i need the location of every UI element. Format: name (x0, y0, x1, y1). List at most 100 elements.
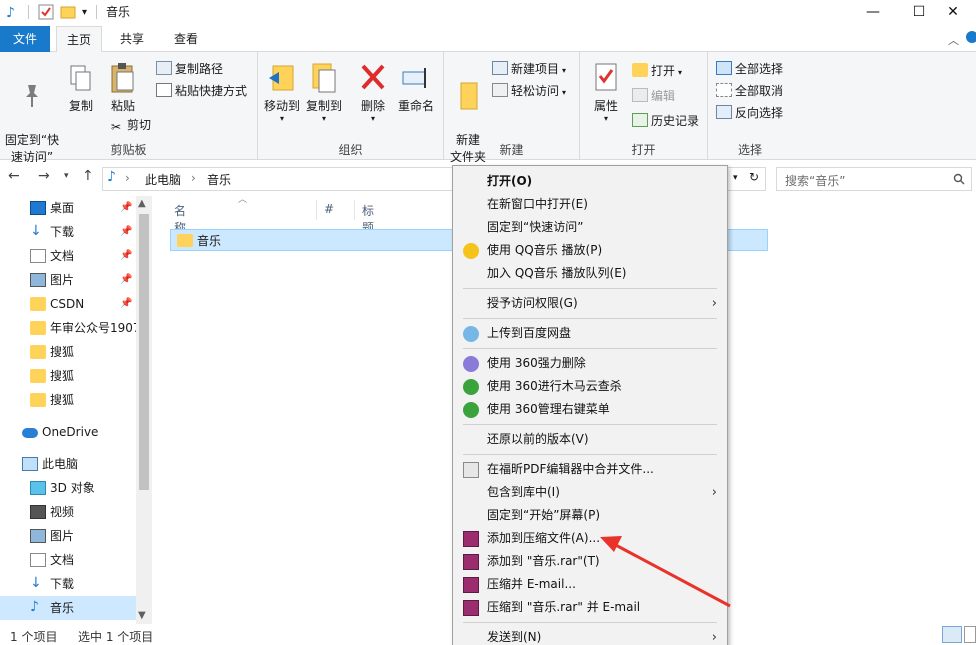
properties-button[interactable]: 属性 ▾ (588, 62, 624, 123)
paste-shortcut-button[interactable]: 粘贴快捷方式 (156, 82, 247, 100)
sidebar-item-label: 搜狐 (50, 393, 75, 407)
menu-item-360-manage[interactable]: 使用 360管理右键菜单 (455, 398, 725, 421)
menu-item-pin-quick-access[interactable]: 固定到“快速访问” (455, 216, 725, 239)
baidu-netdisk-icon (463, 326, 479, 342)
menu-item-qq-queue[interactable]: 加入 QQ音乐 播放队列(E) (455, 262, 725, 285)
menu-item-send-to[interactable]: 发送到(N) › (455, 626, 725, 645)
sidebar-item-downloads-pc[interactable]: ↓ 下载 (0, 572, 136, 596)
move-to-button[interactable]: 移动到 ▾ (262, 62, 302, 123)
column-divider[interactable] (354, 200, 355, 220)
menu-item-grant-access[interactable]: 授予访问权限(G) › (455, 292, 725, 315)
help-icon[interactable] (966, 31, 976, 43)
new-folder-quick-icon[interactable] (60, 4, 76, 25)
breadcrumb-this-pc[interactable]: 此电脑 (145, 171, 181, 188)
up-arrow-icon[interactable]: ↑ (82, 168, 94, 184)
divider (28, 5, 29, 19)
copy-to-button[interactable]: 复制到 ▾ (304, 62, 344, 123)
breadcrumb-music[interactable]: 音乐 (207, 171, 231, 188)
new-folder-icon (460, 82, 478, 110)
sidebar-item-music[interactable]: ♪ 音乐 (0, 596, 136, 620)
collapse-ribbon-icon[interactable]: ︿ (948, 32, 959, 48)
menu-separator (463, 318, 717, 319)
menu-item-restore-versions[interactable]: 还原以前的版本(V) (455, 428, 725, 451)
menu-item-label: 使用 QQ音乐 播放(P) (487, 243, 603, 257)
scrollbar-thumb[interactable] (139, 214, 149, 490)
menu-item-360-delete[interactable]: 使用 360强力删除 (455, 352, 725, 375)
open-button[interactable]: 打开 ▾ (632, 62, 682, 82)
scroll-down-icon[interactable]: ▼ (138, 610, 146, 621)
cut-label: 剪切 (127, 118, 152, 132)
new-item-label: 新建项目 (511, 62, 560, 76)
properties-quick-icon[interactable] (38, 4, 54, 25)
sidebar-item-documents-pc[interactable]: 文档 (0, 548, 136, 572)
search-box[interactable]: 搜索“音乐” (776, 167, 972, 191)
tab-view[interactable]: 查看 (162, 26, 210, 52)
sidebar-item-this-pc[interactable]: 此电脑 (0, 452, 136, 476)
sidebar-item-sohu[interactable]: 搜狐 (0, 340, 136, 364)
back-arrow-icon[interactable]: ← (8, 168, 20, 184)
tab-file[interactable]: 文件 (0, 26, 50, 52)
dropdown-arrow-icon: ▾ (562, 66, 567, 75)
close-button[interactable]: ✕ (930, 0, 976, 26)
360-delete-icon (463, 356, 479, 372)
refresh-icon[interactable]: ↻ (749, 170, 759, 184)
recent-locations-icon[interactable]: ▾ (64, 171, 69, 181)
select-all-button[interactable]: 全部选择 (716, 60, 783, 78)
history-button[interactable]: 历史记录 (632, 112, 699, 130)
sidebar-item-downloads[interactable]: ↓ 下载 📌 (0, 220, 136, 244)
menu-item-foxit-merge[interactable]: 在福昕PDF编辑器中合并文件... (455, 458, 725, 481)
sidebar-item-desktop[interactable]: 桌面 📌 (0, 196, 136, 220)
sidebar-item-onedrive[interactable]: OneDrive (0, 420, 136, 444)
menu-item-label: 上传到百度网盘 (487, 326, 572, 340)
ribbon: 固定到“快 速访问” 复制 粘贴 复制路径 粘贴快捷方式 ✂ 剪切 剪贴板 移动到… (0, 52, 976, 164)
copy-button[interactable]: 复制 (64, 64, 98, 115)
sidebar-item-annual-review[interactable]: 年审公众号1907 (0, 316, 136, 340)
sidebar-item-label: 桌面 (50, 201, 75, 215)
sidebar-item-videos[interactable]: 视频 (0, 500, 136, 524)
delete-button[interactable]: 删除 ▾ (356, 62, 390, 123)
sidebar-item-csdn[interactable]: CSDN 📌 (0, 292, 136, 316)
menu-item-360-scan[interactable]: 使用 360进行木马云查杀 (455, 375, 725, 398)
sidebar-item-pictures[interactable]: 图片 📌 (0, 268, 136, 292)
menu-item-open-new-window[interactable]: 在新窗口中打开(E) (455, 193, 725, 216)
item-count: 1 个项目 (10, 630, 58, 644)
sidebar-item-label: 文档 (50, 553, 75, 567)
open-group-label: 打开 (631, 143, 656, 157)
copy-path-button[interactable]: 复制路径 (156, 60, 223, 78)
easy-access-button[interactable]: 轻松访问 ▾ (492, 82, 566, 102)
paste-button[interactable]: 粘贴 (104, 62, 142, 115)
customize-toolbar-icon[interactable]: ▾ (82, 4, 87, 22)
sidebar-item-sohu[interactable]: 搜狐 (0, 364, 136, 388)
sidebar-item-label: CSDN (50, 297, 85, 311)
sidebar-item-sohu[interactable]: 搜狐 (0, 388, 136, 412)
minimize-button[interactable]: — (850, 0, 896, 26)
tab-home[interactable]: 主页 (56, 26, 102, 53)
music-icon: ♪ (107, 169, 116, 185)
sidebar-item-documents[interactable]: 文档 📌 (0, 244, 136, 268)
sidebar-item-3d-objects[interactable]: 3D 对象 (0, 476, 136, 500)
column-number[interactable]: # (324, 202, 334, 216)
cut-button[interactable]: ✂ 剪切 (108, 116, 151, 134)
tab-share[interactable]: 共享 (108, 26, 156, 52)
sidebar-scrollbar[interactable]: ▲ ▼ (136, 196, 152, 624)
delete-icon (361, 64, 385, 90)
menu-item-include-library[interactable]: 包含到库中(I) › (455, 481, 725, 504)
column-divider[interactable] (316, 200, 317, 220)
invert-selection-button[interactable]: 反向选择 (716, 104, 783, 122)
new-item-button[interactable]: 新建项目 ▾ (492, 60, 566, 80)
sidebar-item-pictures-pc[interactable]: 图片 (0, 524, 136, 548)
menu-item-pin-start[interactable]: 固定到“开始”屏幕(P) (455, 504, 725, 527)
menu-item-qq-play[interactable]: 使用 QQ音乐 播放(P) (455, 239, 725, 262)
rename-button[interactable]: 重命名 (394, 62, 438, 115)
menu-item-open[interactable]: 打开(O) (455, 170, 725, 193)
ribbon-tabs: 文件 主页 共享 查看 ︿ (0, 26, 976, 53)
menu-item-baidu-upload[interactable]: 上传到百度网盘 (455, 322, 725, 345)
forward-arrow-icon[interactable]: → (38, 168, 50, 184)
scroll-up-icon[interactable]: ▲ (138, 198, 146, 209)
large-icons-view-icon[interactable] (964, 626, 976, 643)
details-view-icon[interactable] (942, 626, 962, 643)
select-none-button[interactable]: 全部取消 (716, 82, 783, 100)
address-dropdown-icon[interactable]: ▾ (733, 173, 738, 183)
edit-button[interactable]: 编辑 (632, 87, 675, 105)
selected-count: 选中 1 个项目 (78, 630, 154, 644)
